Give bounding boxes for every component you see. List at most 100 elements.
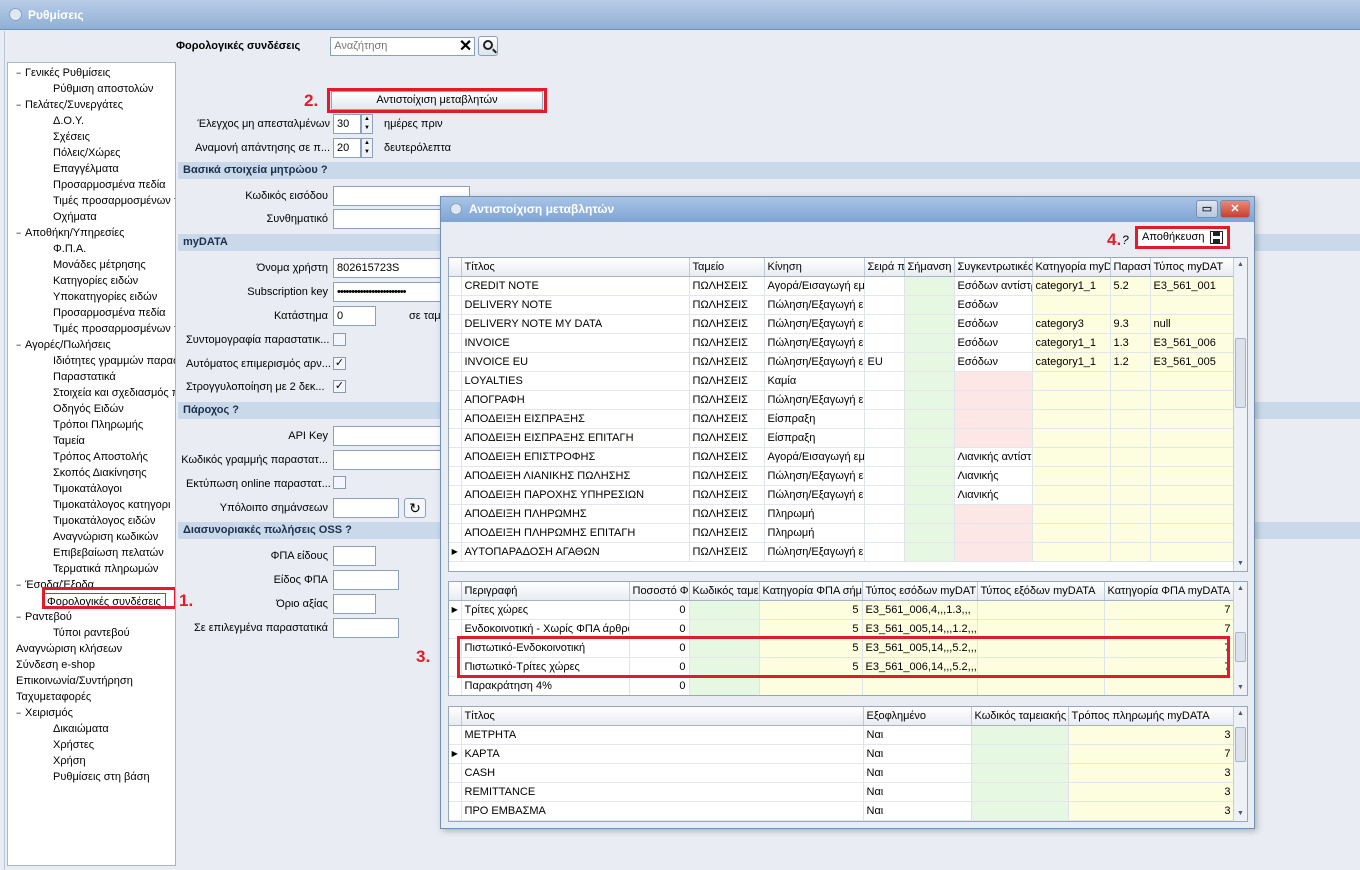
grid-cell[interactable] xyxy=(977,600,1105,620)
doc-type-row[interactable]: ΑΠΟΓΡΑΦΗ ΠΩΛΗΣΕΙΣ Πώληση/Εξαγωγή ε xyxy=(449,390,1235,410)
column-header[interactable]: Σειρά π xyxy=(864,258,905,277)
grid-cell[interactable] xyxy=(971,725,1069,745)
grid-cell[interactable]: category1_1 xyxy=(1032,333,1111,353)
grid-cell[interactable] xyxy=(864,276,905,296)
tree-toggle-icon[interactable]: − xyxy=(16,65,25,81)
tree-item[interactable]: Τρόπος Αποστολής xyxy=(53,449,148,465)
tree-toggle-icon[interactable]: − xyxy=(16,577,25,593)
payment-method-row[interactable]: CASH Ναι 3 xyxy=(449,763,1235,783)
grid-cell[interactable]: Εσόδων xyxy=(954,333,1033,353)
grid-cell[interactable] xyxy=(1110,504,1151,524)
grid-cell[interactable] xyxy=(1150,523,1235,543)
vat-category-row[interactable]: Παρακράτηση 4% 0 xyxy=(449,676,1235,695)
tree-toggle-icon[interactable]: − xyxy=(16,609,25,625)
grid-cell[interactable]: 1.3 xyxy=(1110,333,1151,353)
grid-cell[interactable]: INVOICE EU xyxy=(461,352,690,372)
grid-cell[interactable]: Λιανικής xyxy=(954,485,1033,505)
grid-cell[interactable] xyxy=(977,676,1105,695)
tree-item[interactable]: − Αποθήκη/Υπηρεσίες xyxy=(16,225,124,241)
doc-type-row[interactable]: ΑΠΟΔΕΙΞΗ ΕΙΣΠΡΑΞΗΣ ΠΩΛΗΣΕΙΣ Είσπραξη xyxy=(449,409,1235,429)
grid-cell[interactable] xyxy=(864,485,905,505)
grid-cell[interactable]: E3_561_006 xyxy=(1150,333,1235,353)
grid-cell[interactable]: Πληρωμή xyxy=(764,504,865,524)
grid-cell[interactable]: ΠΩΛΗΣΕΙΣ xyxy=(689,409,765,429)
tree-item[interactable]: Υποκατηγορίες ειδών xyxy=(53,289,157,305)
grid-cell[interactable]: ΠΩΛΗΣΕΙΣ xyxy=(689,504,765,524)
grid-cell[interactable] xyxy=(864,504,905,524)
tree-item[interactable]: Τιμοκατάλογος κατηγορι xyxy=(53,497,170,513)
grid-cell[interactable]: Πώληση/Εξαγωγή ε xyxy=(764,352,865,372)
column-header[interactable]: Κίνηση xyxy=(764,258,865,277)
doc-type-row[interactable]: ΑΠΟΔΕΙΞΗ ΕΙΣΠΡΑΞΗΣ ΕΠΙΤΑΓΗ ΠΩΛΗΣΕΙΣ Είσπρα… xyxy=(449,428,1235,448)
tree-item[interactable]: Επικοινωνία/Συντήρηση xyxy=(16,673,133,689)
grid-cell[interactable] xyxy=(904,390,955,410)
grid-cell[interactable]: Ναι xyxy=(863,744,972,764)
tree-item[interactable]: − Πελάτες/Συνεργάτες xyxy=(16,97,123,113)
grid-cell[interactable]: ΜΕΤΡΗΤΑ xyxy=(461,725,864,745)
grid-cell[interactable] xyxy=(904,523,955,543)
clear-icon[interactable]: ✕ xyxy=(459,36,472,56)
grid-cell[interactable] xyxy=(864,409,905,429)
column-header[interactable]: Τύπος εξόδων myDATA xyxy=(977,582,1105,601)
grid-cell[interactable] xyxy=(1032,523,1111,543)
doc-type-row[interactable]: DELIVERY NOTE ΠΩΛΗΣΕΙΣ Πώληση/Εξαγωγή ε Εσό… xyxy=(449,295,1235,315)
grid-cell[interactable]: 3 xyxy=(1068,725,1235,745)
grid-cell[interactable]: 5 xyxy=(759,600,863,620)
grid-cell[interactable] xyxy=(904,352,955,372)
grid-cell[interactable]: ΑΠΟΔΕΙΞΗ ΕΙΣΠΡΑΞΗΣ ΕΠΙΤΑΓΗ xyxy=(461,428,690,448)
grid-cell[interactable]: null xyxy=(1150,314,1235,334)
vat-type-input[interactable] xyxy=(333,570,399,590)
grid-cell[interactable]: Εσόδων xyxy=(954,295,1033,315)
grid-cell[interactable] xyxy=(1110,390,1151,410)
grid-cell[interactable] xyxy=(1110,485,1151,505)
tree-item[interactable]: Δικαιώματα xyxy=(53,721,109,737)
grid-cell[interactable] xyxy=(1032,447,1111,467)
refresh-icon[interactable]: ↻ xyxy=(404,498,426,518)
line-code-input[interactable] xyxy=(333,450,443,470)
payment-method-row[interactable]: ΜΕΤΡΗΤΑ Ναι 3 xyxy=(449,725,1235,745)
column-header[interactable]: Κατηγορία myDa xyxy=(1032,258,1111,277)
grid-cell[interactable] xyxy=(1110,447,1151,467)
grid-cell[interactable] xyxy=(1150,428,1235,448)
grid-cell[interactable] xyxy=(904,314,955,334)
check-days-spinner[interactable]: ▲ ▼ xyxy=(361,114,373,134)
tree-item[interactable]: Ιδιότητες γραμμών παρασ xyxy=(53,353,175,369)
grid-cell[interactable] xyxy=(689,676,760,695)
tree-item[interactable]: − Αγορές/Πωλήσεις xyxy=(16,337,111,353)
grid-cell[interactable] xyxy=(954,523,1033,543)
wait-seconds-spinner[interactable]: ▲ ▼ xyxy=(361,138,373,158)
tree-toggle-icon[interactable]: − xyxy=(16,97,25,113)
grid-cell[interactable]: Ναι xyxy=(863,725,972,745)
grid-cell[interactable] xyxy=(864,390,905,410)
tree-item[interactable]: Σκοπός Διακίνησης xyxy=(53,465,147,481)
tree-item[interactable]: Τρόποι Πληρωμής xyxy=(53,417,143,433)
grid-cell[interactable]: ΑΠΟΔΕΙΞΗ ΠΛΗΡΩΜΗΣ ΕΠΙΤΑΓΗ xyxy=(461,523,690,543)
grid-cell[interactable] xyxy=(904,466,955,486)
tree-item[interactable]: − Γενικές Ρυθμίσεις xyxy=(16,65,110,81)
api-key-input[interactable] xyxy=(333,426,443,446)
check-days-input[interactable]: 30 xyxy=(333,114,361,134)
payment-method-row[interactable]: ΠΡΟ ΕΜΒΑΣΜΑ Ναι 3 xyxy=(449,801,1235,821)
grid-cell[interactable] xyxy=(1032,390,1111,410)
online-print-checkbox[interactable] xyxy=(333,476,346,489)
column-header[interactable]: Κωδικός ταμει xyxy=(689,582,760,601)
tree-item[interactable]: Κατηγορίες ειδών xyxy=(53,273,138,289)
grid-cell[interactable] xyxy=(904,428,955,448)
column-header[interactable]: Τρόπος πληρωμής myDATA xyxy=(1068,707,1235,726)
grid-cell[interactable]: ΑΠΟΔΕΙΞΗ ΕΙΣΠΡΑΞΗΣ xyxy=(461,409,690,429)
column-header[interactable]: Κατηγορία ΦΠΑ myDATA xyxy=(1104,582,1235,601)
grid-cell[interactable]: ΑΠΟΔΕΙΞΗ ΛΙΑΝΙΚΗΣ ΠΩΛΗΣΗΣ xyxy=(461,466,690,486)
grid-cell[interactable]: DELIVERY NOTE MY DATA xyxy=(461,314,690,334)
grid-cell[interactable]: ΠΩΛΗΣΕΙΣ xyxy=(689,523,765,543)
grid-cell[interactable]: REMITTANCE xyxy=(461,782,864,802)
grid-cell[interactable] xyxy=(1110,428,1151,448)
grid-cell[interactable]: Λιανικής αντίστρ xyxy=(954,447,1033,467)
subscription-key-input[interactable]: •••••••••••••••••••••••• xyxy=(333,282,443,302)
minimize-button[interactable]: ▭ xyxy=(1196,200,1218,218)
tree-item[interactable]: Χρήση xyxy=(53,753,86,769)
grid-cell[interactable] xyxy=(971,782,1069,802)
grid-cell[interactable]: ΑΠΟΔΕΙΞΗ ΠΛΗΡΩΜΗΣ xyxy=(461,504,690,524)
tree-item[interactable]: Τιμές προσαρμοσμένων π xyxy=(53,321,175,337)
grid-cell[interactable]: Πώληση/Εξαγωγή ε xyxy=(764,466,865,486)
grid-cell[interactable]: Αγορά/Εισαγωγή εμ xyxy=(764,447,865,467)
